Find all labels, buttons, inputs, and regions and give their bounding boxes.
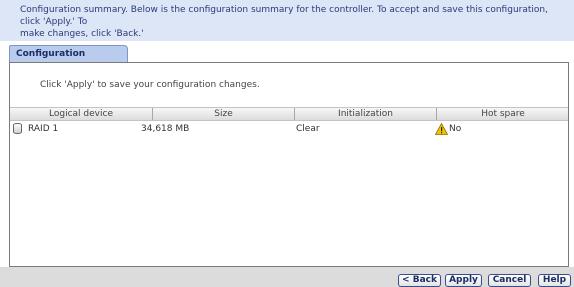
tab-bar: Configuration summary: [0, 41, 574, 75]
column-header-initialization[interactable]: Initialization: [294, 108, 436, 120]
instructions-line-2: make changes, click 'Back.': [20, 29, 144, 39]
cell-hot-spare: No: [435, 122, 555, 136]
cell-initialization: Clear: [296, 124, 320, 134]
back-button[interactable]: < Back: [398, 274, 441, 287]
tab-configuration-summary[interactable]: Configuration summary: [9, 45, 128, 75]
table-row[interactable]: RAID 1 34,618 MB Clear No: [10, 122, 568, 136]
column-header-logical-device[interactable]: Logical device: [10, 108, 152, 120]
column-header-size[interactable]: Size: [152, 108, 294, 120]
help-button[interactable]: Help: [538, 274, 571, 287]
warning-icon: [435, 123, 448, 135]
cell-size: 34,618 MB: [141, 124, 190, 134]
logical-device-name: RAID 1: [28, 124, 59, 134]
disk-icon: [13, 123, 22, 134]
instructions-line-1: Configuration summary. Below is the conf…: [20, 5, 548, 27]
cell-logical-device: RAID 1: [10, 122, 152, 136]
column-header-hot-spare[interactable]: Hot spare: [436, 108, 569, 120]
apply-hint: Click 'Apply' to save your configuration…: [40, 80, 260, 90]
cancel-button[interactable]: Cancel: [488, 274, 531, 287]
table-header: Logical device Size Initialization Hot s…: [10, 107, 568, 121]
apply-button[interactable]: Apply: [445, 274, 482, 287]
hot-spare-value: No: [449, 124, 462, 134]
summary-panel: Click 'Apply' to save your configuration…: [9, 62, 569, 267]
instructions-banner: Configuration summary. Below is the conf…: [0, 0, 574, 41]
button-bar: < Back Apply Cancel Help: [0, 267, 574, 287]
